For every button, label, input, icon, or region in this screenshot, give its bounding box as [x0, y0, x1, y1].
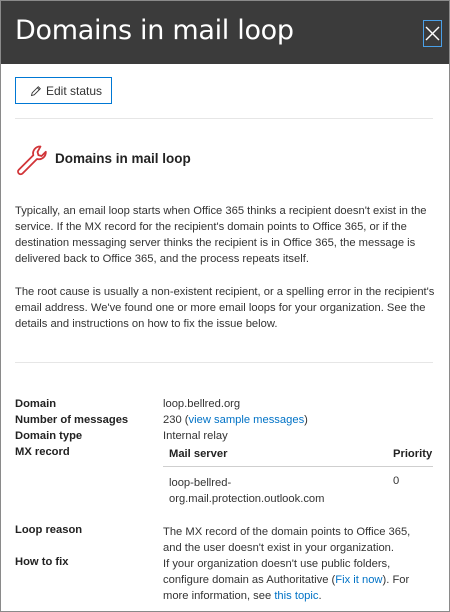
divider — [15, 118, 433, 119]
domain-type-label: Domain type — [15, 430, 83, 442]
how-to-fix-line-1: If your organization doesn't use public … — [163, 558, 391, 570]
priority-column-header: Priority — [393, 448, 433, 460]
domain-value: loop.bellred.org — [163, 398, 241, 410]
close-icon — [425, 26, 440, 41]
section-title: Domains in mail loop — [55, 150, 191, 166]
how-to-fix-text: more information, see — [163, 590, 275, 602]
close-button[interactable] — [423, 20, 442, 47]
mx-record-label: MX record — [15, 446, 70, 458]
domains-in-mail-loop-panel: Domains in mail loop Edit status Domains… — [0, 0, 450, 612]
how-to-fix-value: If your organization doesn't use public … — [163, 556, 435, 604]
priority-cell: 0 — [393, 475, 400, 487]
mail-server-cell: loop-bellred- org.mail.protection.outloo… — [169, 475, 369, 507]
loop-reason-line-1: The MX record of the domain points to Of… — [163, 526, 411, 538]
divider — [15, 362, 433, 363]
how-to-fix-text: ). For — [382, 574, 410, 586]
table-header: Mail server Priority — [163, 446, 433, 467]
fix-it-now-link[interactable]: Fix it now — [335, 574, 382, 586]
panel-header: Domains in mail loop — [1, 1, 449, 64]
how-to-fix-text: . — [318, 590, 322, 602]
how-to-fix-text: configure domain as Authoritative ( — [163, 574, 336, 586]
pencil-icon — [30, 85, 41, 96]
mail-server-line-2: org.mail.protection.outlook.com — [169, 493, 325, 505]
description-paragraph-2: The root cause is usually a non-existent… — [15, 286, 435, 330]
edit-status-label: Edit status — [46, 83, 103, 98]
this-topic-link[interactable]: this topic — [274, 590, 318, 602]
mx-record-table: Mail server Priority loop-bellred- org.m… — [163, 446, 433, 507]
messages-value: 230 (view sample messages) — [163, 414, 308, 426]
wrench-icon — [17, 145, 47, 176]
view-sample-messages-link[interactable]: view sample messages — [189, 414, 305, 426]
mail-server-line-1: loop-bellred- — [169, 477, 232, 489]
how-to-fix-label: How to fix — [15, 556, 69, 568]
messages-count: 230 — [163, 414, 182, 426]
domain-label: Domain — [15, 398, 57, 410]
mail-server-column-header: Mail server — [169, 448, 228, 460]
loop-reason-value: The MX record of the domain points to Of… — [163, 524, 435, 556]
table-row: loop-bellred- org.mail.protection.outloo… — [163, 467, 433, 507]
loop-reason-label: Loop reason — [15, 524, 83, 536]
messages-label: Number of messages — [15, 414, 129, 426]
how-to-fix-line-3: more information, see this topic. — [163, 588, 435, 604]
edit-status-button[interactable]: Edit status — [15, 77, 112, 104]
loop-reason-line-2: and the user doesn't exist in your organ… — [163, 542, 394, 554]
section-header: Domains in mail loop — [15, 143, 191, 177]
toolbar: Edit status — [15, 77, 112, 104]
panel-title: Domains in mail loop — [15, 15, 294, 46]
how-to-fix-line-2: configure domain as Authoritative (Fix i… — [163, 572, 435, 588]
domain-type-value: Internal relay — [163, 430, 228, 442]
description-paragraph-1: Typically, an email loop starts when Off… — [15, 205, 427, 265]
